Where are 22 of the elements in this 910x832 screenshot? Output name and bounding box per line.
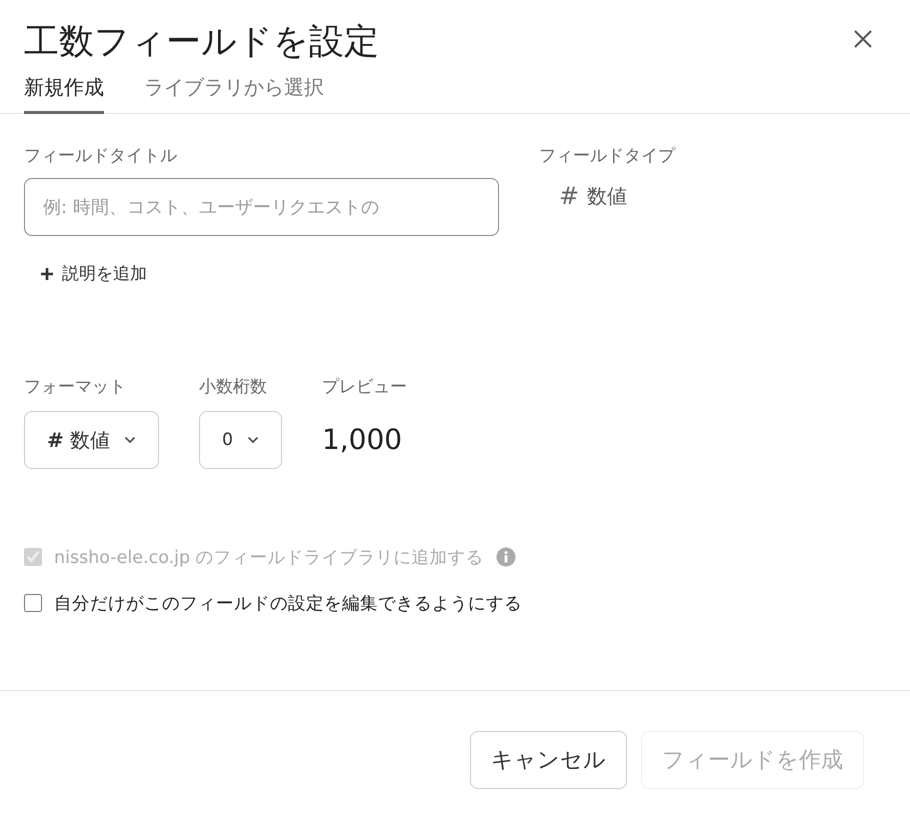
- field-label: フィールドタイプ: [539, 145, 675, 168]
- checkbox[interactable]: [24, 594, 42, 612]
- field-label: 小数桁数: [199, 376, 268, 399]
- title-input-field[interactable]: 例: 時間、コスト、ユーザーリクエストの: [24, 178, 499, 236]
- checkbox-label: 自分だけがこのフィールドの設定を編集できるようにする: [54, 593, 522, 615]
- decimals-dropdown[interactable]: 0: [199, 411, 282, 469]
- format-dropdown[interactable]: # 数値: [24, 411, 160, 469]
- checkbox-label: nissho-ele.co.jp のフィールドライブラリに追加する: [54, 547, 484, 569]
- hash-symbol: #: [559, 182, 580, 210]
- field-label: プレビュー: [322, 376, 407, 399]
- plus-icon: [40, 266, 54, 280]
- tab[interactable]: 新規作成: [24, 74, 104, 114]
- field-type-value: 数値: [587, 182, 628, 210]
- field-label: フォーマット: [24, 376, 127, 399]
- dialog-button[interactable]: キャンセル: [470, 731, 627, 789]
- field-label: フィールドタイトル: [24, 145, 178, 168]
- dialog-title: 工数フィールドを設定: [24, 21, 379, 64]
- tab[interactable]: ライブラリから選択: [144, 74, 324, 114]
- chevron-down-icon: [246, 436, 259, 444]
- chevron-down-icon: [124, 436, 136, 444]
- add-description-link[interactable]: 説明を追加: [40, 262, 147, 285]
- preview-value: 1,000: [322, 423, 404, 456]
